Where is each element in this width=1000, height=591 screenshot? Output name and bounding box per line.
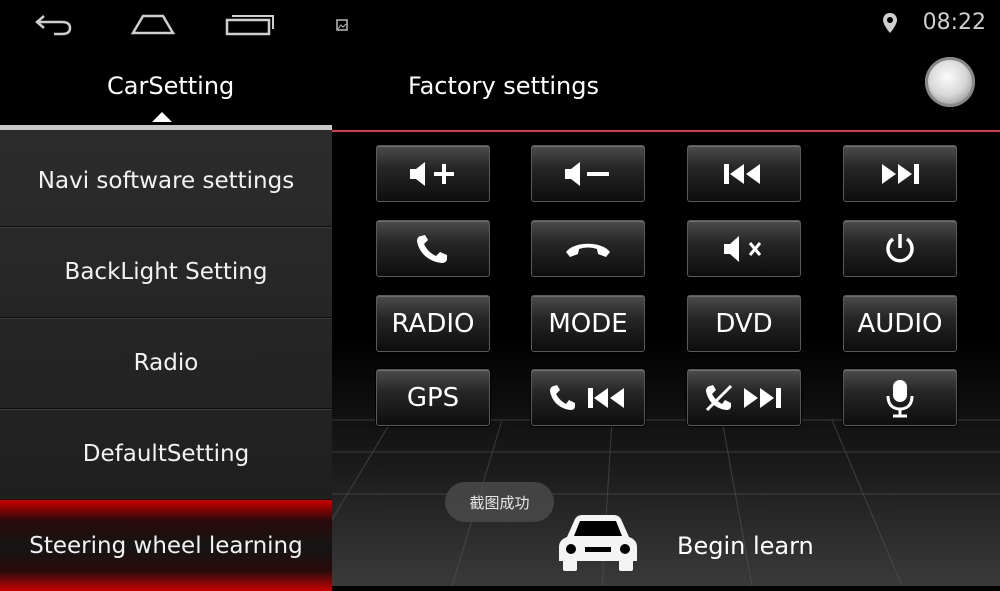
power-icon	[886, 233, 914, 262]
volume-down-icon	[565, 161, 609, 186]
mode-button[interactable]: MODE	[531, 295, 645, 352]
status-bar: 08:22	[0, 0, 1000, 48]
phone-hangup-next-icon	[705, 384, 781, 411]
begin-learn-button[interactable]: Begin learn	[677, 532, 814, 560]
volume-down-button[interactable]	[531, 145, 645, 202]
voice-button[interactable]	[843, 369, 957, 426]
sidebar-item-label: Radio	[133, 349, 199, 376]
next-track-button[interactable]	[843, 145, 957, 202]
floating-home-button[interactable]	[925, 57, 975, 107]
recent-apps-icon[interactable]	[224, 12, 276, 36]
tab-selected-indicator	[152, 112, 172, 122]
home-icon[interactable]	[130, 12, 176, 36]
notification-image-icon	[336, 19, 348, 31]
answer-call-button[interactable]	[376, 220, 490, 277]
screenshot-toast: 截图成功	[445, 482, 554, 522]
previous-track-button[interactable]	[687, 145, 801, 202]
power-button[interactable]	[843, 220, 957, 277]
tab-factory-settings[interactable]: Factory settings	[408, 72, 599, 100]
volume-up-icon	[410, 161, 454, 186]
mute-icon	[724, 235, 762, 262]
mute-button[interactable]	[687, 220, 801, 277]
next-track-icon	[882, 163, 919, 184]
audio-button[interactable]: AUDIO	[843, 295, 957, 352]
hang-up-button[interactable]	[531, 220, 645, 277]
sidebar-item-default-setting[interactable]: DefaultSetting	[0, 408, 332, 500]
back-icon[interactable]	[34, 12, 74, 36]
phone-previous-icon	[550, 384, 624, 410]
phone-answer-icon	[417, 234, 447, 263]
sidebar-item-radio[interactable]: Radio	[0, 317, 332, 409]
previous-track-icon	[724, 163, 760, 184]
radio-button[interactable]: RADIO	[376, 295, 490, 352]
volume-up-button[interactable]	[376, 145, 490, 202]
clock: 08:22	[922, 10, 986, 35]
hangup-next-button[interactable]	[687, 369, 801, 426]
sidebar-item-navi-software-settings[interactable]: Navi software settings	[0, 135, 332, 227]
dvd-button[interactable]: DVD	[687, 295, 801, 352]
sidebar-item-label: Steering wheel learning	[29, 532, 303, 559]
microphone-icon	[886, 379, 914, 417]
sidebar-item-label: DefaultSetting	[82, 440, 250, 467]
car-icon	[559, 515, 637, 571]
settings-sidebar: Navi software settings BackLight Setting…	[0, 125, 332, 591]
tab-car-setting[interactable]: CarSetting	[107, 72, 234, 100]
sidebar-item-backlight-setting[interactable]: BackLight Setting	[0, 226, 332, 318]
sidebar-item-label: Navi software settings	[37, 167, 295, 194]
call-previous-button[interactable]	[531, 369, 645, 426]
sidebar-item-steering-wheel-learning[interactable]: Steering wheel learning	[0, 500, 332, 591]
phone-hangup-icon	[566, 243, 610, 257]
sidebar-item-label: BackLight Setting	[64, 258, 268, 285]
gps-button[interactable]: GPS	[376, 369, 490, 426]
location-pin-icon	[883, 13, 897, 33]
